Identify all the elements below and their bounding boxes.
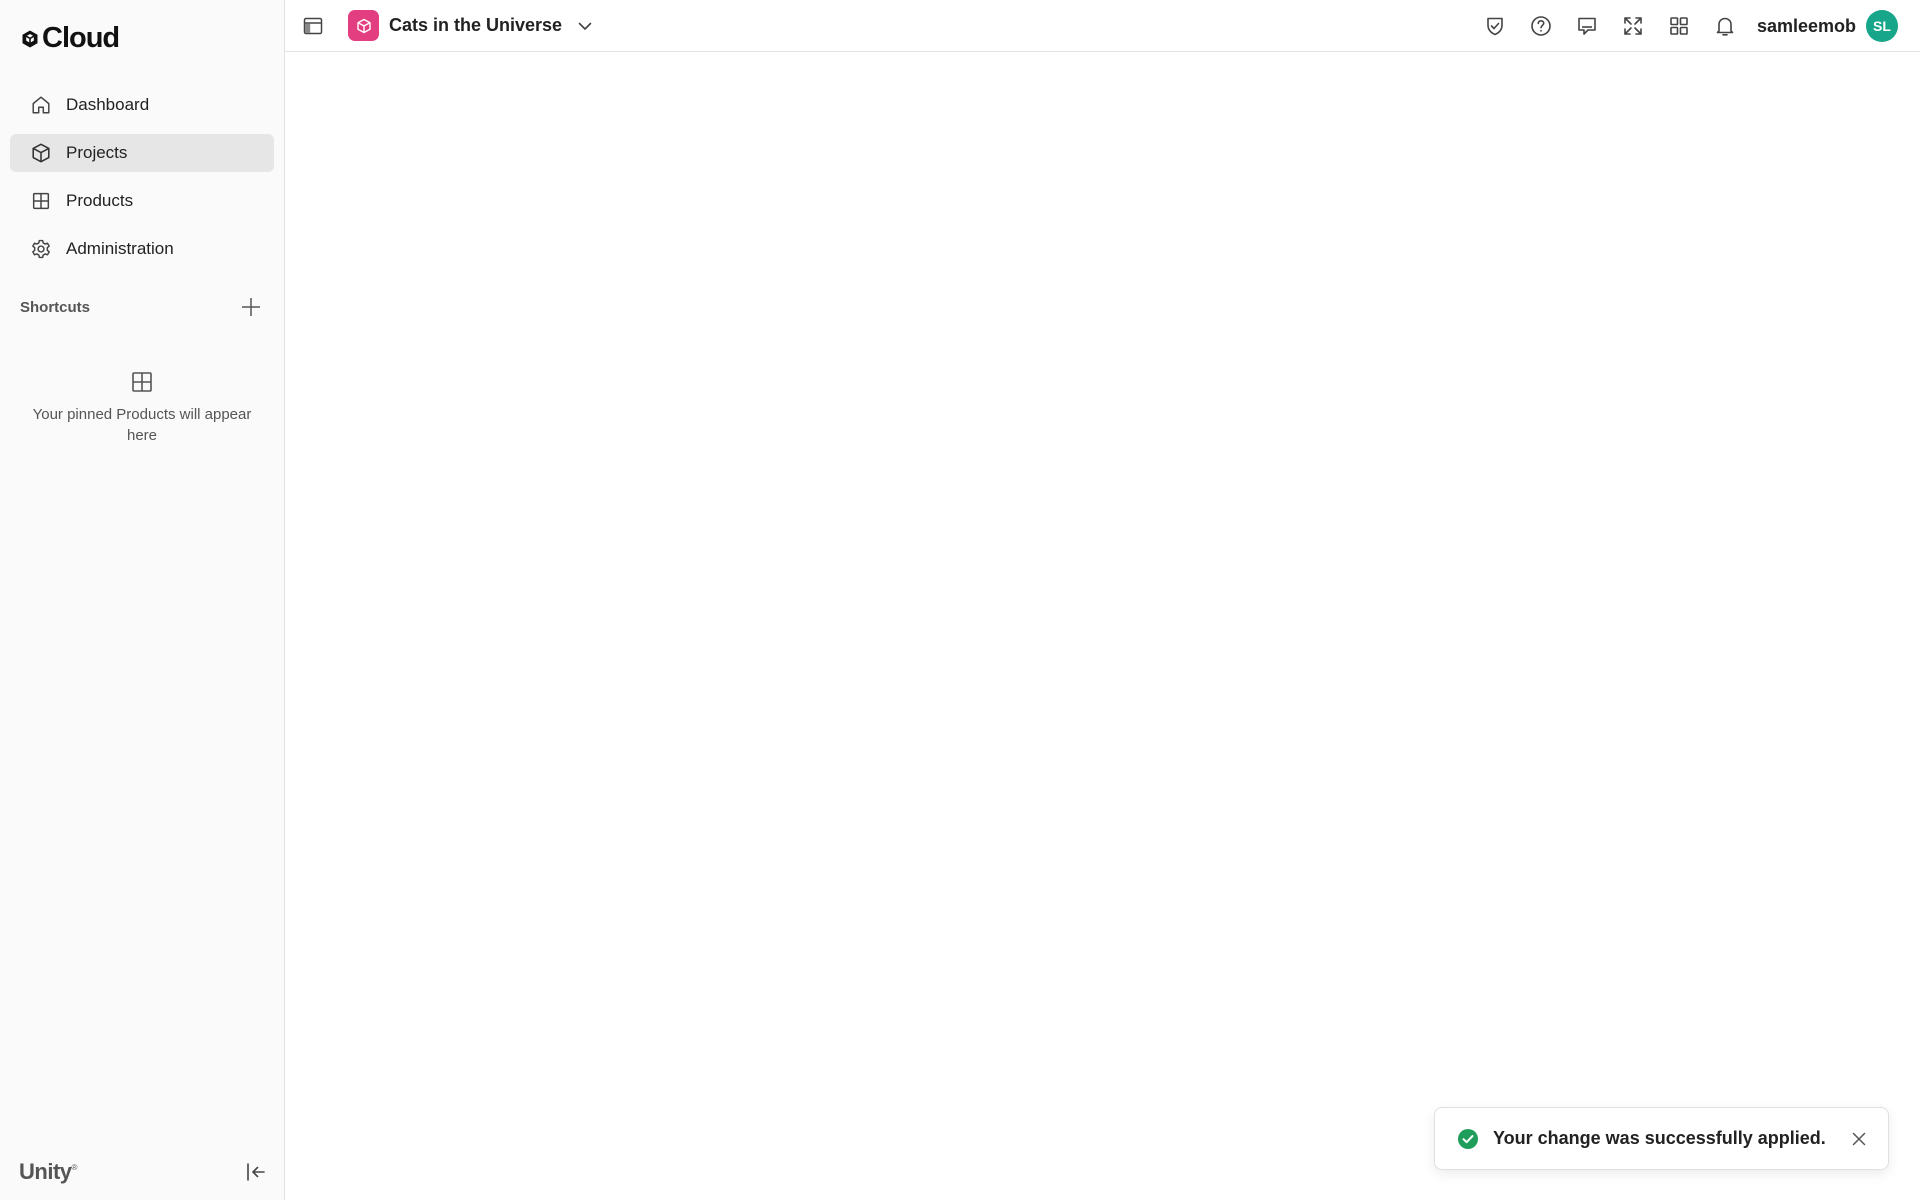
shortcuts-label: Shortcuts: [20, 298, 91, 316]
logo-text: Cloud: [42, 22, 120, 54]
avatar-initials: SL: [1873, 18, 1891, 34]
brand-text: Unity: [19, 1159, 72, 1184]
sidebar-item-label: Projects: [66, 143, 128, 162]
project-selector[interactable]: Cats in the Universe: [348, 10, 594, 41]
help-icon[interactable]: [1529, 14, 1553, 38]
fullscreen-icon[interactable]: [1621, 14, 1645, 38]
chevron-down-icon: [578, 22, 592, 30]
sidebar-nav: Dashboard Projects Products Administrati…: [10, 86, 274, 278]
grid-icon: [132, 372, 152, 392]
sidebar-item-label: Dashboard: [66, 95, 150, 114]
pinned-products-empty-state: Your pinned Products will appear here: [30, 370, 254, 446]
bell-icon[interactable]: [1713, 14, 1737, 38]
project-avatar: [348, 10, 379, 41]
collapse-sidebar-icon[interactable]: [244, 1160, 268, 1184]
sidebar-item-dashboard[interactable]: Dashboard: [10, 86, 274, 124]
shield-check-icon[interactable]: [1483, 14, 1507, 38]
unity-logo-icon: [22, 30, 38, 47]
empty-pins-text: Your pinned Products will appear here: [32, 406, 252, 444]
unity-brand: Unity®: [19, 1159, 77, 1185]
cloud-logo[interactable]: Cloud: [20, 22, 120, 55]
add-shortcut-icon[interactable]: [240, 296, 262, 318]
sidebar-item-products[interactable]: Products: [10, 182, 274, 220]
success-toast: Your change was successfully applied.: [1434, 1107, 1889, 1170]
home-icon: [32, 96, 50, 114]
sidebar-item-projects[interactable]: Projects: [10, 134, 274, 172]
sidebar-footer: Unity®: [0, 1144, 284, 1200]
sidebar-item-label: Administration: [66, 239, 174, 258]
avatar[interactable]: SL: [1866, 10, 1898, 42]
panel-toggle-icon[interactable]: [302, 15, 324, 37]
top-bar: Cats in the Universe samleemob SL: [285, 0, 1920, 52]
cube-icon: [32, 143, 50, 163]
username[interactable]: samleemob: [1757, 16, 1856, 37]
main-content: [285, 53, 1920, 1200]
sidebar-item-administration[interactable]: Administration: [10, 230, 274, 268]
sidebar-item-label: Products: [66, 191, 134, 210]
feedback-icon[interactable]: [1575, 14, 1599, 38]
gear-icon: [32, 239, 50, 259]
brand-mark: ®: [71, 1163, 78, 1172]
toast-message: Your change was successfully applied.: [1493, 1128, 1826, 1148]
top-actions: samleemob SL: [1483, 0, 1898, 52]
close-icon[interactable]: [1850, 1130, 1868, 1148]
grid-icon: [32, 192, 50, 210]
apps-icon[interactable]: [1667, 14, 1691, 38]
check-circle-icon: [1458, 1128, 1478, 1149]
project-name: Cats in the Universe: [389, 15, 563, 35]
cube-icon: [356, 18, 371, 33]
shortcuts-header: Shortcuts: [20, 296, 262, 318]
sidebar: Cloud Dashboard Projects Products Admini…: [0, 0, 285, 1200]
